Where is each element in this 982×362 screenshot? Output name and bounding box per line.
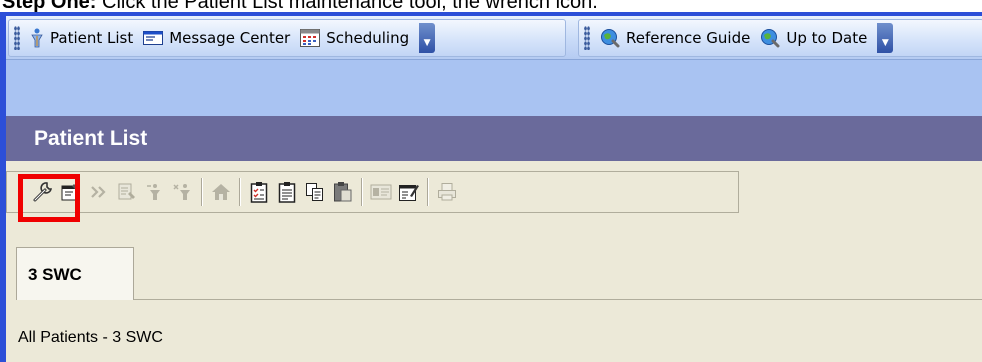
chevron-down-icon: ▼	[423, 38, 431, 48]
toolbar-group-reference: Reference Guide Up to Date ▼	[578, 19, 982, 57]
person-icon	[30, 28, 44, 48]
patient-list-panel: 3 SWC All Patients - 3 SWC	[6, 161, 982, 362]
remove-icon[interactable]	[169, 176, 197, 208]
forward-icon[interactable]	[85, 176, 113, 208]
reference-guide-label: Reference Guide	[626, 29, 751, 47]
paste-icon[interactable]	[329, 176, 357, 208]
main-toolbar: Patient List Message Center Scheduling ▼	[6, 16, 982, 60]
reference-guide-button[interactable]: Reference Guide	[596, 23, 756, 53]
toolbar-separator	[427, 178, 429, 206]
toolbar-overflow-button-2[interactable]: ▼	[877, 23, 894, 53]
calendar-icon	[300, 29, 321, 47]
card-icon[interactable]	[367, 176, 395, 208]
toolbar-group-main: Patient List Message Center Scheduling ▼	[8, 19, 566, 57]
patient-list-label: Patient List	[50, 29, 134, 47]
clipboard-icon[interactable]	[273, 176, 301, 208]
up-to-date-label: Up to Date	[786, 29, 868, 47]
patient-list-button[interactable]: Patient List	[26, 23, 139, 53]
print-icon[interactable]	[433, 176, 461, 208]
toolbar-separator	[201, 178, 203, 206]
toolbar-separator	[239, 178, 241, 206]
house-icon[interactable]	[207, 176, 235, 208]
edit-form-icon[interactable]	[395, 176, 423, 208]
app-inner: Patient List Message Center Scheduling ▼	[6, 16, 982, 362]
patient-list-title: Patient List	[6, 116, 982, 161]
message-icon	[143, 31, 164, 45]
scheduling-button[interactable]: Scheduling	[296, 23, 415, 53]
app-window: Patient List Message Center Scheduling ▼	[0, 12, 982, 362]
scheduling-label: Scheduling	[326, 29, 410, 47]
list-edit-icon[interactable]	[113, 176, 141, 208]
toolbar-overflow-button[interactable]: ▼	[419, 23, 436, 53]
list-label: All Patients - 3 SWC	[18, 329, 163, 346]
globe-search-icon	[600, 28, 620, 48]
message-center-label: Message Center	[169, 29, 291, 47]
message-center-button[interactable]: Message Center	[139, 23, 296, 53]
move-icon[interactable]	[141, 176, 169, 208]
globe-search-icon	[760, 28, 780, 48]
copy-icon[interactable]	[301, 176, 329, 208]
toolbar-grip[interactable]	[14, 26, 20, 50]
up-to-date-button[interactable]: Up to Date	[756, 23, 873, 53]
toolbar-separator	[361, 178, 363, 206]
wrench-highlight-box	[18, 174, 80, 222]
patient-list-tabs: 3 SWC	[16, 247, 982, 300]
patient-list-toolbar	[6, 171, 739, 213]
tab-3-swc[interactable]: 3 SWC	[16, 247, 134, 300]
toolbar-grip-2[interactable]	[584, 26, 590, 50]
checklist-icon[interactable]	[245, 176, 273, 208]
chevron-down-icon: ▼	[881, 38, 889, 48]
